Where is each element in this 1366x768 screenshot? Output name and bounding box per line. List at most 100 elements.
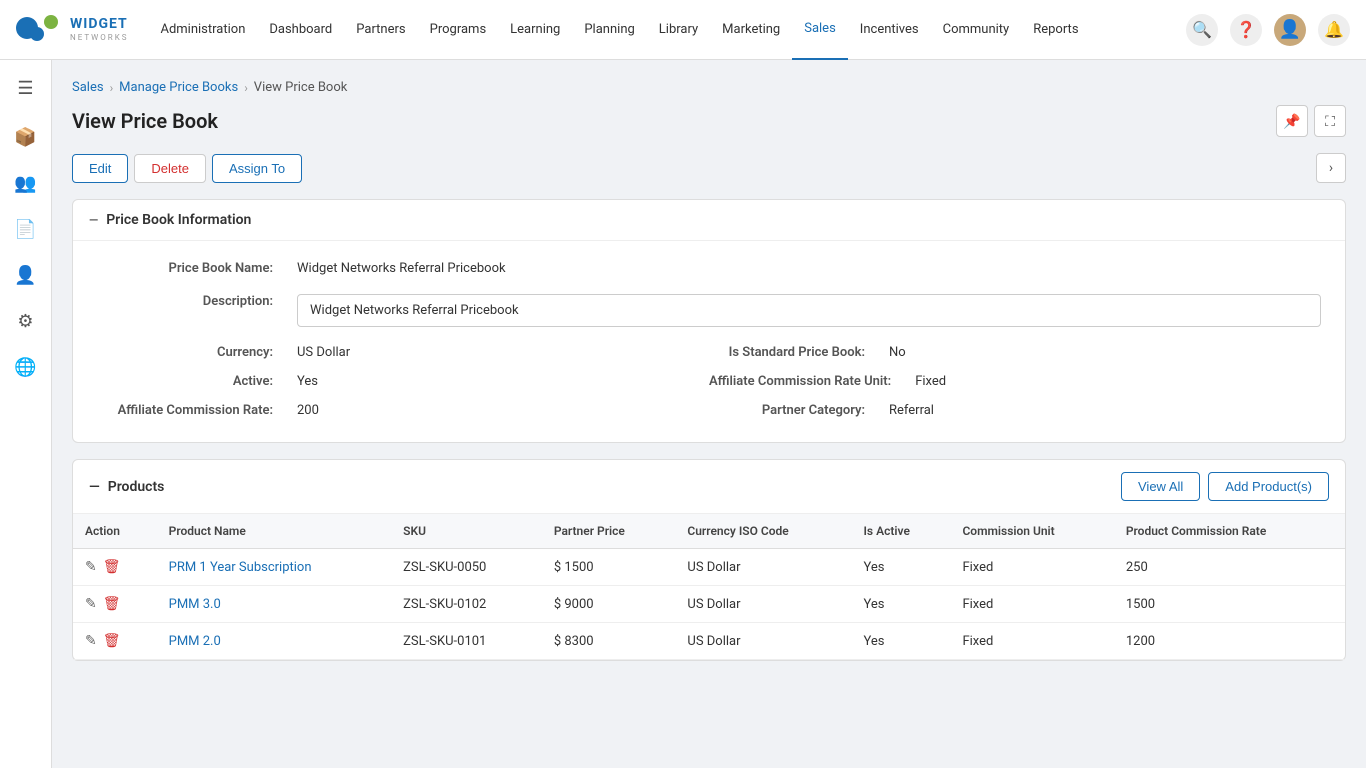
cell-is-active-2: Yes (851, 623, 950, 660)
partner-category-label: Partner Category: (762, 401, 877, 418)
sidebar-icon-reports[interactable]: 📄 (6, 209, 46, 249)
search-icon[interactable]: 🔍 (1186, 14, 1218, 46)
cell-commission-unit-2: Fixed (950, 623, 1113, 660)
nav-programs[interactable]: Programs (418, 0, 499, 60)
col-currency-iso: Currency ISO Code (675, 514, 851, 549)
sidebar-icon-globe[interactable]: 🌐 (6, 347, 46, 387)
cell-sku-2: ZSL-SKU-0101 (391, 623, 542, 660)
breadcrumb-sales[interactable]: Sales (72, 80, 104, 95)
avatar[interactable]: 👤 (1274, 14, 1306, 46)
action-buttons: Edit Delete Assign To (72, 154, 302, 183)
currency-label: Currency: (217, 343, 285, 360)
price-book-info-header: — Price Book Information (73, 200, 1345, 241)
notification-icon[interactable]: 🔔 (1318, 14, 1350, 46)
col-sku: SKU (391, 514, 542, 549)
cell-currency-iso-0: US Dollar (675, 549, 851, 586)
logo-circles (16, 13, 60, 47)
product-name-link-2[interactable]: PMM 2.0 (169, 634, 221, 649)
edit-button[interactable]: Edit (72, 154, 128, 183)
nav-partners[interactable]: Partners (344, 0, 417, 60)
cell-product-name-0: PRM 1 Year Subscription (157, 549, 392, 586)
col-partner-price: Partner Price (542, 514, 676, 549)
sidebar-menu-icon[interactable]: ☰ (11, 72, 39, 105)
page-title: View Price Book (72, 109, 218, 133)
nav-links: Administration Dashboard Partners Progra… (148, 0, 1186, 60)
delete-icon-1[interactable]: 🗑 (103, 596, 121, 612)
breadcrumb: Sales › Manage Price Books › View Price … (72, 80, 1346, 95)
nav-incentives[interactable]: Incentives (848, 0, 931, 60)
breadcrumb-manage-price-books[interactable]: Manage Price Books (119, 80, 238, 95)
edit-icon-1[interactable]: ✎ (85, 596, 97, 612)
cell-sku-0: ZSL-SKU-0050 (391, 549, 542, 586)
nav-reports[interactable]: Reports (1021, 0, 1090, 60)
cell-action-1: ✎ 🗑 (73, 586, 157, 623)
product-name-link-0[interactable]: PRM 1 Year Subscription (169, 560, 312, 575)
table-row: ✎ 🗑 PMM 3.0 ZSL-SKU-0102 $ 9000 US Dolla… (73, 586, 1345, 623)
sidebar-icon-groups[interactable]: 👤 (6, 255, 46, 295)
assign-to-button[interactable]: Assign To (212, 154, 302, 183)
delete-icon-0[interactable]: 🗑 (103, 559, 121, 575)
delete-button[interactable]: Delete (134, 154, 206, 183)
add-product-button[interactable]: Add Product(s) (1208, 472, 1329, 501)
affiliate-commission-row: Affiliate Commission Rate: 200 (97, 403, 709, 418)
view-all-button[interactable]: View All (1121, 472, 1200, 501)
title-actions: 📌 ⛶ (1276, 105, 1346, 137)
nav-learning[interactable]: Learning (498, 0, 572, 60)
products-header-right: View All Add Product(s) (1121, 472, 1329, 501)
nav-planning[interactable]: Planning (572, 0, 646, 60)
is-standard-label: Is Standard Price Book: (729, 343, 877, 360)
nav-administration[interactable]: Administration (148, 0, 257, 60)
product-name-link-1[interactable]: PMM 3.0 (169, 597, 221, 612)
expand-button[interactable]: ⛶ (1314, 105, 1346, 137)
active-value: Yes (297, 374, 318, 389)
nav-dashboard[interactable]: Dashboard (257, 0, 344, 60)
sidebar-icon-users[interactable]: 👥 (6, 163, 46, 203)
products-header: — Products View All Add Product(s) (73, 460, 1345, 514)
help-icon[interactable]: ❓ (1230, 14, 1262, 46)
delete-icon-2[interactable]: 🗑 (103, 633, 121, 649)
description-value: Widget Networks Referral Pricebook (297, 294, 1321, 327)
currency-standard-row: Currency: US Dollar Is Standard Price Bo… (97, 345, 1321, 360)
action-row: Edit Delete Assign To › (72, 153, 1346, 183)
price-book-name-value: Widget Networks Referral Pricebook (297, 261, 506, 276)
collapse-icon[interactable]: — (89, 213, 98, 227)
cell-product-name-2: PMM 2.0 (157, 623, 392, 660)
table-header-row: Action Product Name SKU Partner Price Cu… (73, 514, 1345, 549)
cell-commission-unit-0: Fixed (950, 549, 1113, 586)
sidebar-icon-box[interactable]: 📦 (6, 117, 46, 157)
nav-sales[interactable]: Sales (792, 0, 848, 60)
cell-sku-1: ZSL-SKU-0102 (391, 586, 542, 623)
nav-right: 🔍 ❓ 👤 🔔 (1186, 14, 1350, 46)
currency-row: Currency: US Dollar (97, 345, 709, 360)
breadcrumb-sep-1: › (110, 81, 114, 95)
pin-button[interactable]: 📌 (1276, 105, 1308, 137)
partner-category-row: Partner Category: Referral (709, 403, 1321, 418)
products-collapse-icon[interactable]: — (89, 479, 100, 495)
products-table: Action Product Name SKU Partner Price Cu… (73, 514, 1345, 660)
description-label: Description: (203, 292, 285, 309)
cell-commission-unit-1: Fixed (950, 586, 1113, 623)
edit-icon-0[interactable]: ✎ (85, 559, 97, 575)
products-header-left: — Products (89, 479, 164, 495)
cell-action-2: ✎ 🗑 (73, 623, 157, 660)
col-product-name: Product Name (157, 514, 392, 549)
table-head: Action Product Name SKU Partner Price Cu… (73, 514, 1345, 549)
price-book-info-card: — Price Book Information Price Book Name… (72, 199, 1346, 443)
products-card: — Products View All Add Product(s) Actio… (72, 459, 1346, 661)
table-row: ✎ 🗑 PMM 2.0 ZSL-SKU-0101 $ 8300 US Dolla… (73, 623, 1345, 660)
edit-icon-2[interactable]: ✎ (85, 633, 97, 649)
nav-community[interactable]: Community (931, 0, 1022, 60)
logo[interactable]: WIDGET NETWORKS (16, 13, 128, 47)
nav-library[interactable]: Library (647, 0, 710, 60)
breadcrumb-current: View Price Book (254, 80, 348, 95)
active-commission-row: Active: Yes Affiliate Commission Rate Un… (97, 374, 1321, 389)
cell-product-name-1: PMM 3.0 (157, 586, 392, 623)
sidebar-icon-settings[interactable]: ⚙ (6, 301, 46, 341)
col-commission-rate: Product Commission Rate (1114, 514, 1345, 549)
cell-action-0: ✎ 🗑 (73, 549, 157, 586)
active-label: Active: (233, 372, 285, 389)
nav-marketing[interactable]: Marketing (710, 0, 792, 60)
logo-name: WIDGET (70, 17, 128, 32)
col-commission-unit: Commission Unit (950, 514, 1113, 549)
next-arrow-button[interactable]: › (1316, 153, 1346, 183)
